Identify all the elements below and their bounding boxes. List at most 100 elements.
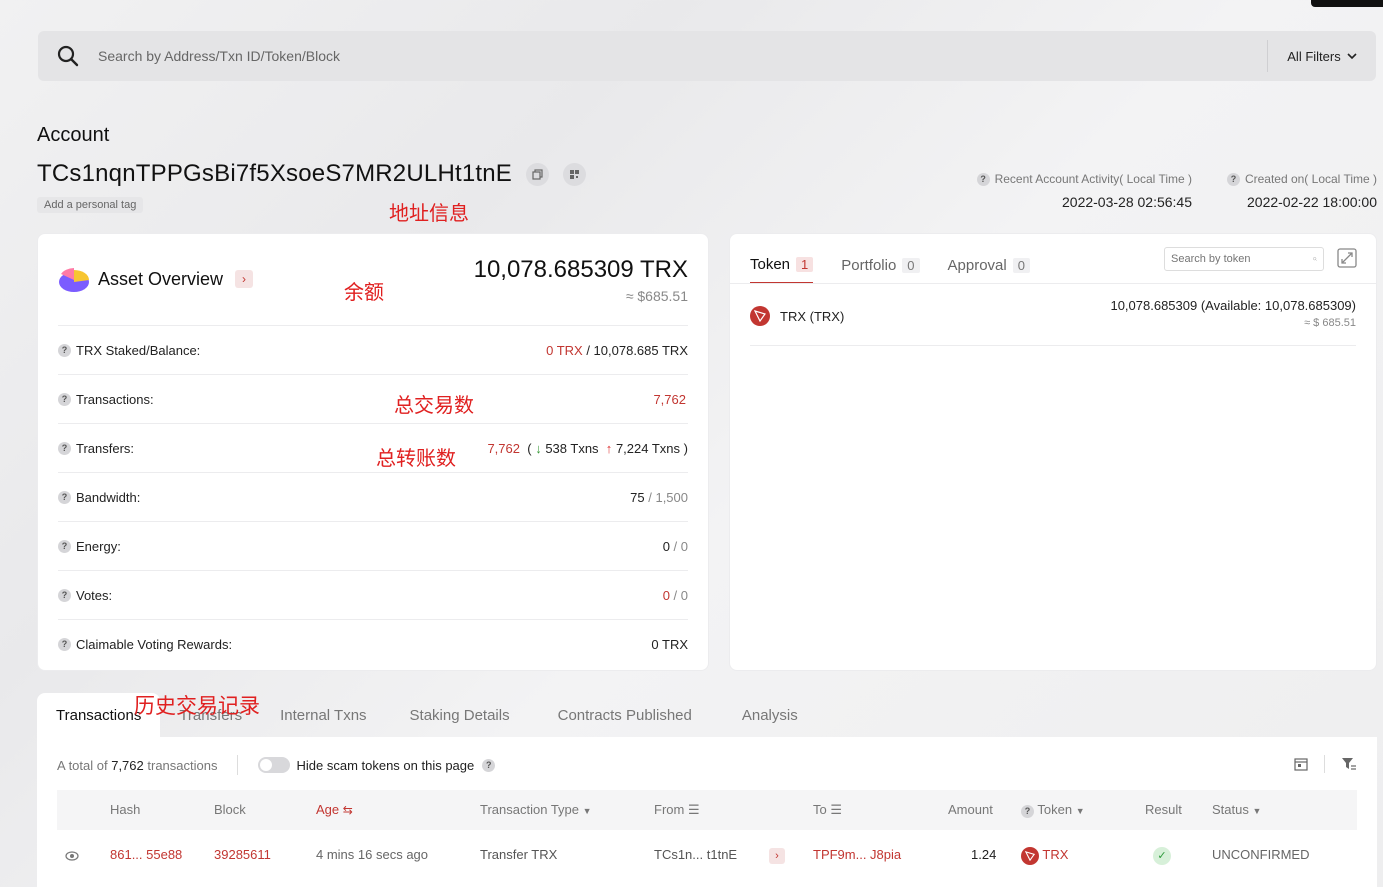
recent-activity-label: Recent Account Activity( Local Time ) [994, 172, 1192, 186]
arrow-down-icon: ↓ [535, 440, 542, 456]
account-address: TCs1nqnTPPGsBi7f5XsoeS7MR2ULHt1tnE [37, 160, 513, 187]
search-icon[interactable] [38, 45, 98, 67]
asset-overview-card: Asset Overview › 余额 10,078.685309 TRX ≈ … [37, 233, 709, 671]
row-transfers: ? Transfers: 总转账数 7,762 ( ↓ 538 Txns ↑ 7,… [58, 423, 688, 472]
transfers-out: 7,224 Txns [615, 440, 681, 456]
help-icon[interactable]: ? [976, 172, 990, 186]
rewards-value: 0 TRX [651, 636, 688, 652]
tab-staking-details[interactable]: Staking Details [386, 693, 534, 737]
balance-usd: ≈ $685.51 [625, 288, 688, 304]
paren-close: ) [683, 440, 688, 456]
token-search-input[interactable] [1171, 253, 1313, 265]
help-icon[interactable]: ? [58, 490, 71, 504]
calendar-icon[interactable] [1294, 757, 1308, 771]
votes-used[interactable]: 0 [663, 588, 670, 603]
hide-scam-toggle[interactable] [258, 757, 291, 773]
help-icon[interactable]: ? [58, 588, 71, 602]
recent-activity: ? Recent Account Activity( Local Time ) 2… [976, 172, 1192, 210]
energy-used: 0 [662, 538, 670, 554]
col-type[interactable]: Transaction Type ▼ [480, 790, 592, 831]
tab-portfolio-label: Portfolio [841, 256, 897, 274]
col-to[interactable]: To ☰ [813, 790, 842, 830]
annotation-address-info: 地址信息 [389, 201, 469, 225]
row-block[interactable]: 39285611 [214, 835, 271, 875]
col-token[interactable]: ? Token ▼ [1021, 790, 1085, 831]
annotation-history: 历史交易记录 [134, 694, 260, 718]
created-on: ? Created on( Local Time ) 2022-02-22 18:… [1226, 172, 1377, 210]
tab-portfolio[interactable]: Portfolio 0 [841, 246, 920, 284]
arrow-up-icon: ↑ [602, 440, 613, 456]
col-from[interactable]: From ☰ [654, 790, 700, 830]
table-tools [1294, 755, 1357, 773]
copy-icon[interactable] [526, 162, 550, 186]
help-icon[interactable]: ? [58, 441, 71, 455]
qrcode-icon[interactable] [563, 162, 587, 186]
energy-label: Energy: [76, 538, 121, 554]
token-usd: ≈ $ 685.51 [1304, 317, 1356, 329]
col-status[interactable]: Status ▼ [1212, 790, 1261, 831]
help-icon[interactable]: ? [1226, 172, 1240, 186]
col-amount: Amount [948, 802, 993, 817]
help-icon[interactable]: ? [58, 343, 71, 357]
summary-suffix: transactions [147, 757, 218, 773]
transfers-value[interactable]: 7,762 [487, 441, 520, 456]
search-icon[interactable] [1313, 253, 1317, 265]
add-tag-button[interactable]: Add a personal tag [37, 197, 144, 213]
col-hash: Hash [110, 802, 141, 817]
top-bar-stub [1311, 0, 1383, 7]
energy-total: / 0 [669, 538, 688, 554]
all-filters-button[interactable]: All Filters [1268, 49, 1376, 64]
row-rewards: ? Claimable Voting Rewards: 0 TRX [58, 619, 688, 668]
help-icon[interactable]: ? [58, 637, 71, 651]
help-icon[interactable]: ? [482, 758, 496, 772]
token-amount: 10,078.685309 (Available: 10,078.685309) [1110, 298, 1356, 313]
rewards-label: Claimable Voting Rewards: [76, 636, 233, 652]
tab-analysis[interactable]: Analysis [716, 693, 824, 737]
annotation-total-transfers: 总转账数 [376, 446, 456, 470]
col-age[interactable]: Age ⇆ [316, 790, 353, 830]
chevron-down-icon [1347, 52, 1357, 59]
swap-icon[interactable]: ⇆ [343, 803, 353, 817]
caret-down-icon: ▼ [582, 806, 592, 816]
expand-icon[interactable] [1337, 248, 1357, 268]
filter-list-icon[interactable]: ☰ [688, 802, 700, 817]
chevron-right-icon[interactable]: › [235, 270, 254, 288]
table-row: 861... 55e88 39285611 4 mins 16 secs ago… [57, 835, 1357, 875]
tab-contracts-published[interactable]: Contracts Published [534, 693, 716, 737]
filter-icon[interactable] [1341, 757, 1357, 771]
row-age: 4 mins 16 secs ago [316, 847, 429, 862]
row-token[interactable]: TRX [1021, 835, 1068, 875]
eye-icon[interactable] [65, 835, 79, 875]
transfers-label: Transfers: [76, 440, 135, 456]
filter-list-icon[interactable]: ☰ [830, 802, 842, 817]
tab-token-label: Token [750, 255, 791, 273]
search-bar: All Filters [38, 31, 1376, 81]
transactions-value[interactable]: 7,762 [653, 392, 686, 407]
caret-down-icon: ▼ [1252, 806, 1262, 816]
annotation-balance: 余额 [344, 280, 384, 304]
tab-internal-txns[interactable]: Internal Txns [261, 693, 385, 737]
pie-chart-icon [59, 268, 89, 292]
tab-approval[interactable]: Approval 0 [948, 246, 1030, 284]
row-from[interactable]: TCs1n... t1tnE [654, 835, 737, 875]
help-icon[interactable]: ? [58, 539, 71, 553]
account-label: Account [37, 124, 110, 146]
row-type: Transfer TRX [480, 847, 558, 862]
staked-value[interactable]: 0 TRX [546, 343, 583, 358]
tab-token-count: 1 [796, 256, 814, 272]
help-icon[interactable]: ? [1021, 804, 1034, 818]
tab-token[interactable]: Token 1 [750, 246, 814, 284]
search-input[interactable] [98, 31, 1267, 81]
col-token-label: Token [1037, 802, 1073, 817]
table-header: Hash Block Age ⇆ Transaction Type ▼ From… [57, 790, 1357, 830]
row-hash[interactable]: 861... 55e88 [110, 835, 182, 875]
row-bandwidth: ? Bandwidth: 75 / 1,500 [58, 472, 688, 521]
help-icon[interactable]: ? [58, 392, 71, 406]
trx-logo-icon [750, 306, 770, 326]
direction-arrow-icon: › [769, 835, 785, 875]
bandwidth-label: Bandwidth: [76, 489, 141, 505]
token-search [1164, 247, 1324, 271]
row-to[interactable]: TPF9m... J8pia [813, 835, 901, 875]
token-row[interactable]: TRX (TRX) 10,078.685309 (Available: 10,0… [750, 298, 1356, 346]
transactions-label: Transactions: [76, 391, 154, 407]
